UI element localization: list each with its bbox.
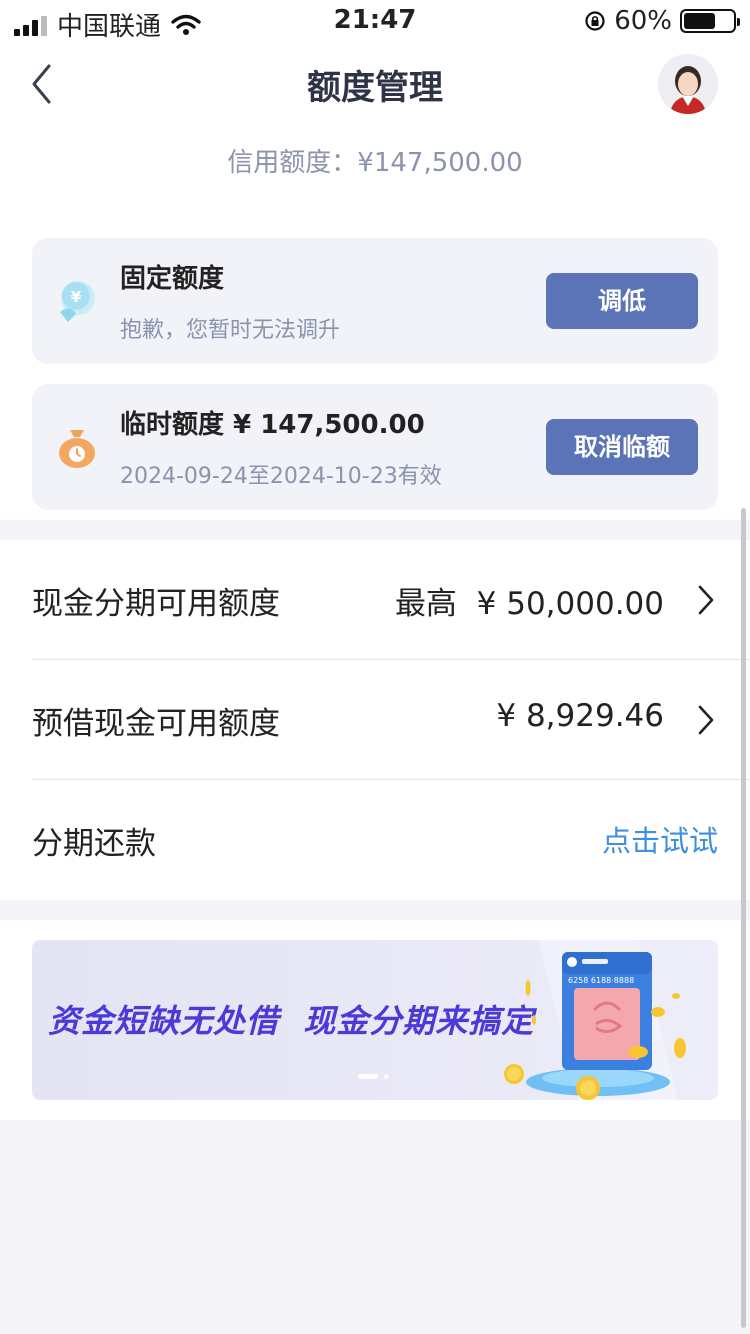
list-item-cash-installment[interactable]: 现金分期可用额度 最高 ¥ 50,000.00	[0, 540, 750, 660]
yuan-bubble-icon: ¥	[60, 281, 95, 322]
cash-installment-value: 最高 ¥ 50,000.00	[394, 586, 664, 622]
chevron-left-icon	[32, 64, 51, 104]
try-it-link[interactable]: 点击试试	[602, 818, 718, 860]
back-button[interactable]	[24, 56, 64, 112]
fixed-quota-title: 固定额度	[120, 264, 225, 294]
assistant-avatar[interactable]	[658, 54, 718, 114]
scrollbar[interactable]	[741, 508, 746, 1328]
cancel-temporary-quota-button[interactable]: 取消临额	[546, 419, 698, 475]
cash-installment-label: 现金分期可用额度	[32, 586, 280, 622]
temporary-quota-validity: 2024-09-24至2024-10-23有效	[120, 464, 442, 489]
credit-limit-text: 信用额度：¥147,500.00	[227, 148, 523, 178]
temporary-quota-card: 临时额度 ¥ 147,500.00 2024-09-24至2024-10-23有…	[32, 384, 718, 510]
wifi-icon	[171, 14, 201, 35]
card-number: 6258 6188·8888	[568, 976, 634, 985]
customer-service-avatar-icon	[658, 54, 718, 114]
chevron-right-icon	[698, 705, 714, 735]
status-left: 中国联通	[14, 6, 201, 43]
orientation-lock-icon	[585, 11, 605, 31]
cellular-signal-icon	[14, 14, 47, 36]
status-right: 60%	[584, 6, 740, 36]
list-item-installment-repayment: 分期还款 点击试试	[0, 780, 750, 900]
chevron-right-icon	[698, 585, 714, 615]
credit-summary-section: 信用额度：¥147,500.00 ¥ 固定额度 抱歉，您暂时无法调升 调低 临时…	[0, 126, 750, 520]
carousel-indicator	[358, 1074, 389, 1079]
temporary-quota-title: 临时额度 ¥ 147,500.00	[120, 410, 425, 440]
promo-section: 资金短缺无处借 现金分期来搞定 6258 6188·8888	[0, 920, 750, 1120]
fixed-quota-card: ¥ 固定额度 抱歉，您暂时无法调升 调低	[32, 238, 718, 364]
bank-card-coins-illustration: 6258 6188·8888	[504, 940, 686, 1100]
cash-advance-value: ¥ 8,929.46	[496, 698, 664, 734]
page-title: 额度管理	[307, 68, 443, 108]
lower-quota-button[interactable]: 调低	[546, 273, 698, 329]
installment-repayment-label: 分期还款	[32, 826, 156, 862]
carrier-label: 中国联通	[57, 12, 162, 42]
status-bar: 中国联通 21:47 60%	[0, 0, 750, 42]
carousel-dot	[384, 1074, 389, 1079]
carousel-dot-active	[358, 1074, 378, 1079]
money-bag-clock-icon	[59, 430, 95, 468]
list-item-cash-advance[interactable]: 预借现金可用额度 ¥ 8,929.46	[0, 660, 750, 780]
navigation-bar: 额度管理	[0, 42, 750, 126]
promo-banner[interactable]: 资金短缺无处借 现金分期来搞定 6258 6188·8888	[32, 940, 718, 1100]
battery-icon	[680, 9, 740, 33]
fixed-quota-subtitle: 抱歉，您暂时无法调升	[120, 318, 341, 343]
quota-list: 现金分期可用额度 最高 ¥ 50,000.00 预借现金可用额度 ¥ 8,929…	[0, 540, 750, 900]
battery-percent: 60%	[614, 6, 672, 36]
svg-text:¥: ¥	[71, 288, 82, 306]
cash-advance-label: 预借现金可用额度	[32, 706, 280, 742]
